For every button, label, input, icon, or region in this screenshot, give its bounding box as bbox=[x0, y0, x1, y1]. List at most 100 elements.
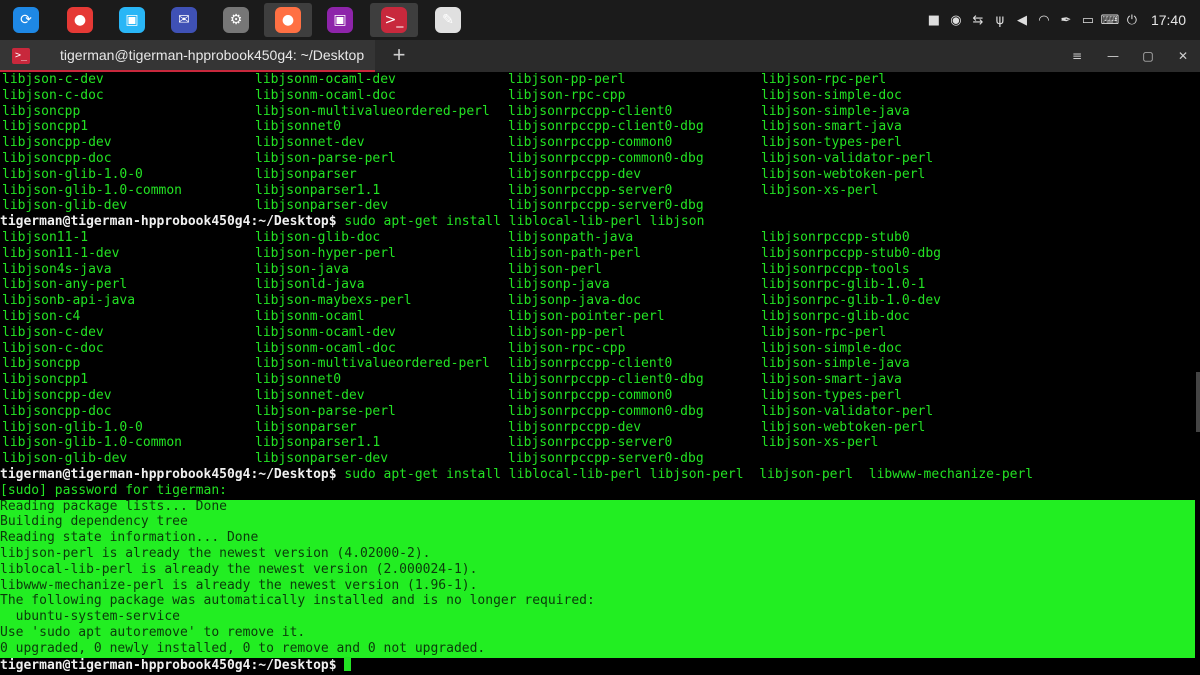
app-launcher-icon: ⟳ bbox=[13, 7, 39, 33]
prompt-path: :~/Desktop bbox=[250, 657, 329, 673]
prompt-sign: $ bbox=[328, 467, 337, 482]
package-name: libjsonm-ocaml-doc bbox=[255, 340, 396, 356]
package-name: libjson-simple-java bbox=[761, 103, 910, 119]
terminal-line: Reading state information... Done bbox=[0, 530, 1200, 546]
terminal-tab[interactable]: >_ tigerman@tigerman-hpprobook450g4: ~/D… bbox=[0, 40, 375, 72]
menu-button[interactable]: ≡ bbox=[1066, 45, 1088, 67]
package-name: libjson-any-perl bbox=[2, 277, 128, 293]
terminal-line: libjson-c-doc libjsonm-ocaml-doc libjson-r… bbox=[0, 341, 1200, 357]
package-name: libjson-xs-perl bbox=[761, 182, 879, 198]
package-name: libjson-smart-java bbox=[761, 119, 902, 135]
pen-icon[interactable]: ✒ bbox=[1055, 9, 1077, 31]
battery-icon[interactable]: ▭ bbox=[1077, 9, 1099, 31]
launcher-recorder[interactable]: ● bbox=[56, 3, 104, 37]
usb-icon[interactable]: ψ bbox=[989, 9, 1011, 31]
launcher-terminal[interactable]: >_ bbox=[370, 3, 418, 37]
text-cursor bbox=[344, 656, 352, 671]
camera-icon[interactable]: ■ bbox=[923, 9, 945, 31]
package-name: libjson-path-perl bbox=[508, 245, 642, 261]
package-name: libjsonrpccpp-server0 bbox=[508, 435, 673, 451]
network-manager-icon[interactable]: ⇆ bbox=[967, 9, 989, 31]
terminal-output[interactable]: libjson-c-dev libjsonm-ocaml-dev libjson-p… bbox=[0, 72, 1200, 675]
launcher-app-launcher[interactable]: ⟳ bbox=[2, 3, 50, 37]
maximize-button[interactable]: ▢ bbox=[1137, 45, 1159, 67]
close-button[interactable]: ✕ bbox=[1172, 45, 1194, 67]
terminal-line: libjsoncpp-doc libjson-parse-perl libjsonr… bbox=[0, 151, 1200, 167]
package-name: libjson-rpc-cpp bbox=[508, 340, 626, 356]
screen-recorder-icon: ▣ bbox=[327, 7, 353, 33]
launcher-screen-recorder[interactable]: ▣ bbox=[316, 3, 364, 37]
launcher-thunderbird[interactable]: ✉ bbox=[160, 3, 208, 37]
package-name: libjsonparser bbox=[255, 166, 357, 182]
package-name: libjsoncpp bbox=[2, 356, 81, 372]
prompt-user: tigerman@tigerman-hpprobook450g4 bbox=[0, 214, 251, 230]
package-name: libjson-pp-perl bbox=[508, 72, 626, 87]
package-name: libjsoncpp-dev bbox=[2, 388, 112, 403]
package-name: libjsoncpp-doc bbox=[2, 151, 112, 166]
terminal-line: Use 'sudo apt autoremove' to remove it. bbox=[0, 625, 1200, 641]
package-name: libjsonpath-java bbox=[508, 230, 634, 245]
package-name: libjsonnet0 bbox=[255, 119, 342, 135]
prompt-line: tigerman@tigerman-hpprobook450g4:~/Deskt… bbox=[0, 467, 1200, 483]
package-name: libjson-glib-1.0-0 bbox=[2, 419, 143, 435]
apt-output-line: libjson-perl is already the newest versi… bbox=[0, 546, 431, 561]
package-name: libjsonrpc-glib-1.0-1 bbox=[761, 277, 926, 293]
package-name: libjsonp-java bbox=[508, 277, 610, 293]
sudo-password-prompt: [sudo] password for tigerman: bbox=[0, 482, 227, 498]
terminal-line: libjson-c4 libjsonm-ocaml libjson-pointer-… bbox=[0, 309, 1200, 325]
package-name: libjson-perl bbox=[508, 261, 602, 277]
keyboard-icon[interactable]: ⌨ bbox=[1099, 9, 1121, 31]
app-indicator-icon[interactable]: ◉ bbox=[945, 9, 967, 31]
terminal-line: Building dependency tree bbox=[0, 514, 1200, 530]
launcher-store[interactable]: ▣ bbox=[108, 3, 156, 37]
terminal-line: libjson-c-dev libjsonm-ocaml-dev libjson-p… bbox=[0, 72, 1200, 88]
minimize-button[interactable]: — bbox=[1102, 45, 1124, 67]
clock[interactable]: 17:40 bbox=[1151, 12, 1186, 28]
package-name: libjsonb-api-java bbox=[2, 293, 136, 309]
package-name: libjson-validator-perl bbox=[761, 403, 934, 419]
package-name: libjson-xs-perl bbox=[761, 435, 879, 451]
package-name: libjsonrpccpp-common0 bbox=[508, 388, 673, 403]
volume-icon[interactable]: ◀ bbox=[1011, 9, 1033, 31]
package-name: libjsonrpccpp-stub0-dbg bbox=[761, 245, 942, 261]
package-name: libjsonnet0 bbox=[255, 372, 342, 388]
terminal-line: 0 upgraded, 0 newly installed, 0 to remo… bbox=[0, 641, 1200, 657]
launcher-firefox[interactable]: ● bbox=[264, 3, 312, 37]
package-name: libjsonrpccpp-tools bbox=[761, 261, 910, 277]
package-name: libjson-multivalueordered-perl bbox=[255, 356, 490, 372]
wifi-icon[interactable]: ◠ bbox=[1033, 9, 1055, 31]
package-name: libjsonparser1.1 bbox=[255, 435, 381, 451]
package-name: libjson-types-perl bbox=[761, 388, 902, 403]
prompt-path: :~/Desktop bbox=[250, 214, 329, 230]
terminal-line: libjson11-1 libjson-glib-doc libjsonpath-j… bbox=[0, 230, 1200, 246]
package-name: libjsoncpp-dev bbox=[2, 135, 112, 151]
system-tray: ■ ◉ ⇆ ψ ◀ ◠ ✒ ▭ ⌨ ⏻ 17:40 bbox=[923, 0, 1200, 40]
package-name: libjson-smart-java bbox=[761, 372, 902, 388]
package-name: libjsonrpccpp-client0 bbox=[508, 103, 673, 119]
package-name: libjson-glib-1.0-0 bbox=[2, 166, 143, 182]
package-name: libjson11-1 bbox=[2, 230, 89, 245]
package-name: libjsonparser1.1 bbox=[255, 182, 381, 198]
terminal-line: libjson-any-perl libjsonld-java libjsonp-j… bbox=[0, 277, 1200, 293]
package-name: libjson-pointer-perl bbox=[508, 309, 665, 324]
package-name: libjson-glib-1.0-common bbox=[2, 182, 183, 198]
package-name: libjsonp-java-doc bbox=[508, 293, 642, 309]
package-name: libjson-glib-1.0-common bbox=[2, 435, 183, 451]
package-name: libjson-java bbox=[255, 261, 349, 277]
terminal-line: libjsoncpp-dev libjsonnet-dev libjsonrpccp… bbox=[0, 135, 1200, 151]
new-tab-button[interactable]: + bbox=[388, 42, 410, 68]
apt-output-line: 0 upgraded, 0 newly installed, 0 to remo… bbox=[0, 640, 486, 656]
package-name: libjson-glib-dev bbox=[2, 451, 128, 467]
top-panel: ⟳ ● ▣ ✉ ⚙ ● ▣ >_ ✎ ■ ◉ ⇆ ψ ◀ ◠ ✒ ▭ ⌨ ⏻ 17:40 bbox=[0, 0, 1200, 41]
launcher-settings-gear[interactable]: ⚙ bbox=[212, 3, 260, 37]
terminal-titlebar: >_ tigerman@tigerman-hpprobook450g4: ~/D… bbox=[0, 40, 1200, 72]
scrollbar[interactable] bbox=[1196, 372, 1200, 432]
launcher-text-editor[interactable]: ✎ bbox=[424, 3, 472, 37]
package-name: libjsoncpp1 bbox=[2, 372, 89, 388]
package-name: libjson-rpc-cpp bbox=[508, 87, 626, 103]
package-name: libjsonparser-dev bbox=[255, 198, 389, 214]
package-name: libjson-rpc-perl bbox=[761, 72, 887, 87]
package-name: libjson-simple-java bbox=[761, 356, 910, 372]
power-icon[interactable]: ⏻ bbox=[1121, 9, 1143, 31]
command-text: sudo apt-get install liblocal-lib-perl l… bbox=[336, 214, 705, 230]
